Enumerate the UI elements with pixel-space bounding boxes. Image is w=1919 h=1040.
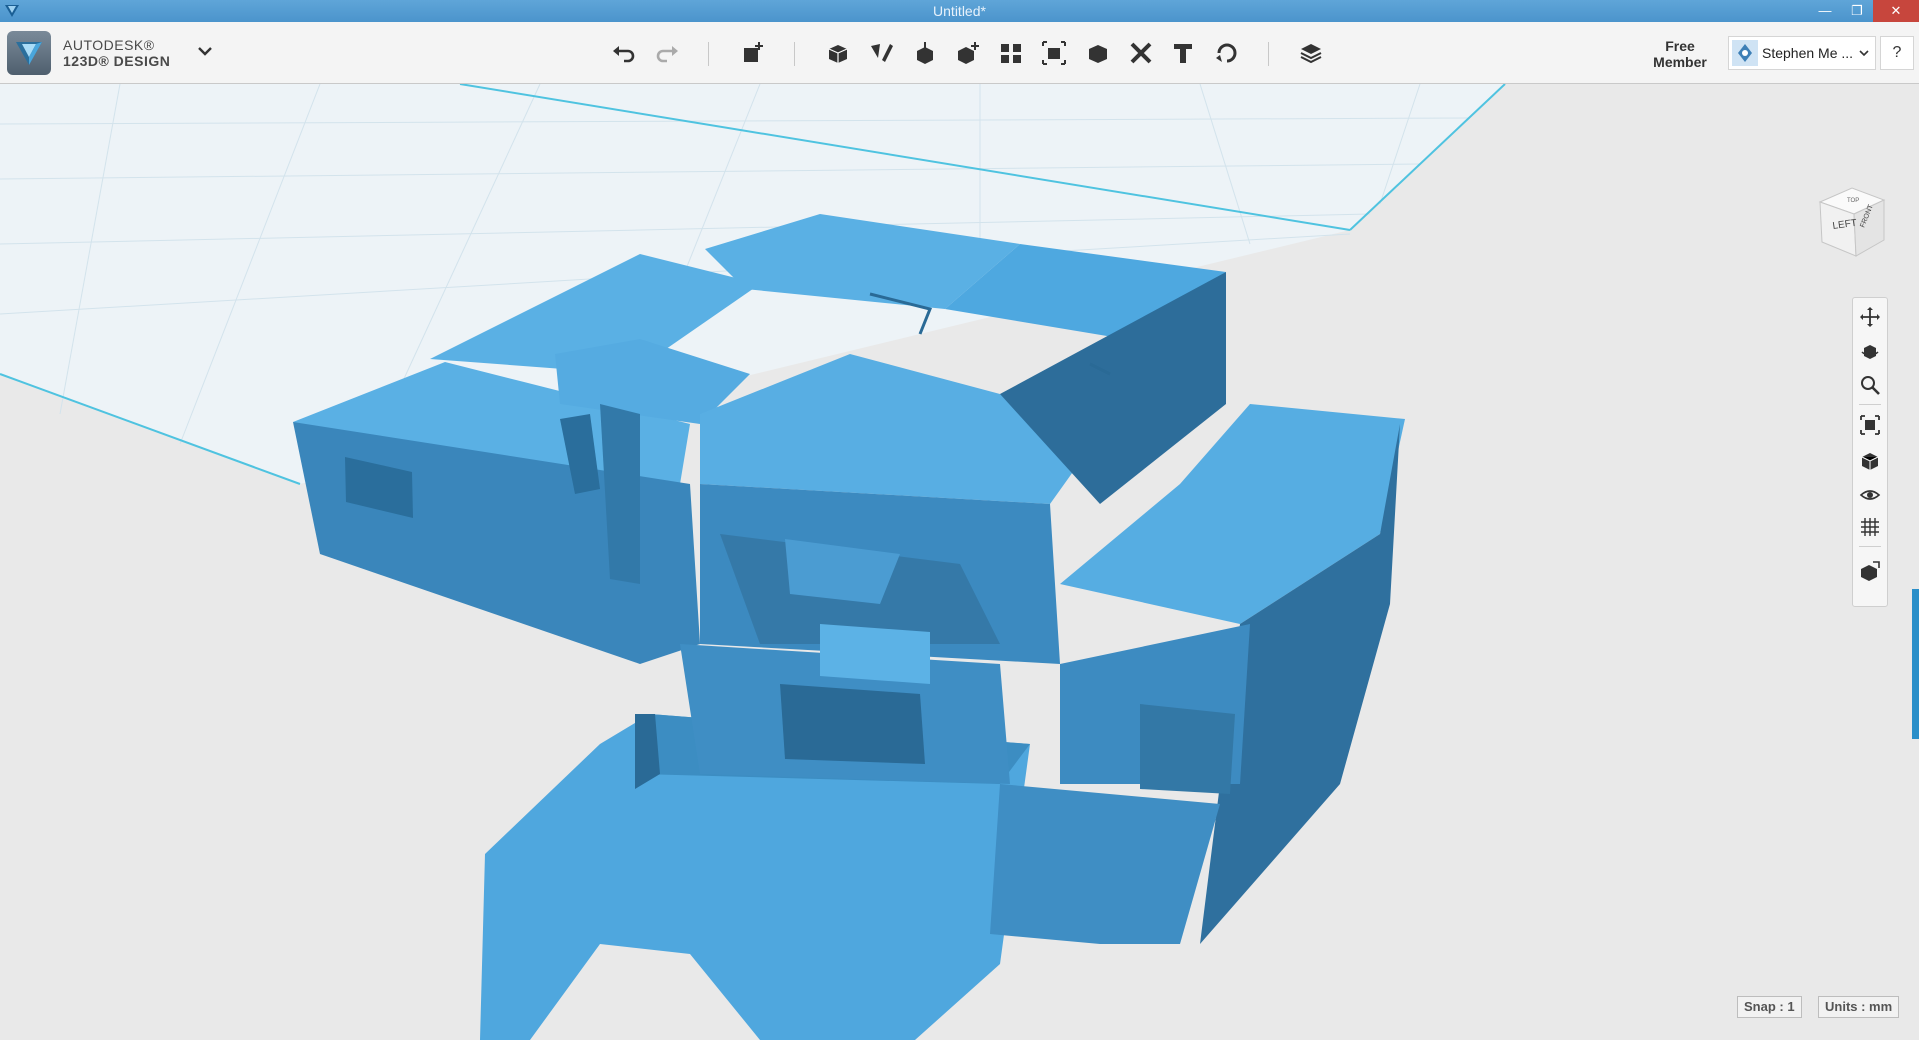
- app-logo-icon: [5, 5, 19, 17]
- pattern-button[interactable]: [994, 36, 1028, 70]
- view-cube-top-label: TOP: [1847, 198, 1859, 204]
- redo-icon: [656, 46, 678, 63]
- chevron-down-icon: [1859, 50, 1869, 57]
- avatar: [1732, 40, 1758, 66]
- material-view-icon: [1861, 561, 1880, 581]
- material-view-button[interactable]: [1857, 558, 1883, 584]
- close-icon: ✕: [1890, 3, 1902, 18]
- undo-button[interactable]: [607, 36, 641, 70]
- side-panel-tab[interactable]: [1912, 589, 1919, 739]
- app-menu-button[interactable]: AUTODESK® 123D® DESIGN: [7, 31, 170, 75]
- help-button[interactable]: ?: [1880, 36, 1914, 70]
- primitives-button[interactable]: [821, 36, 855, 70]
- zoom-icon: [1861, 376, 1880, 395]
- brand-logo-icon: [7, 31, 51, 75]
- fit-icon: [1860, 415, 1880, 435]
- pan-icon: [1860, 307, 1880, 327]
- view-cube[interactable]: LEFT FRONT TOP: [1812, 182, 1890, 264]
- transform-icon: [744, 42, 763, 62]
- chevron-down-icon[interactable]: [196, 42, 214, 60]
- brand-line-2: 123D® DESIGN: [63, 53, 171, 69]
- membership-line-2: Member: [1653, 54, 1707, 70]
- view-cube-button[interactable]: [1857, 448, 1883, 474]
- visibility-icon: [1859, 490, 1881, 500]
- snap-icon: [1216, 43, 1237, 63]
- group-button[interactable]: [1037, 36, 1071, 70]
- units-indicator[interactable]: Units : mm: [1818, 996, 1900, 1018]
- minimize-button[interactable]: —: [1809, 0, 1841, 22]
- measure-icon: [1130, 42, 1152, 64]
- restore-button[interactable]: ❐: [1841, 0, 1873, 22]
- window-title: Untitled*: [933, 3, 986, 19]
- snap-button[interactable]: [1209, 36, 1243, 70]
- main-toolbar: AUTODESK® 123D® DESIGN Free Member Steph…: [0, 22, 1919, 84]
- fit-button[interactable]: [1857, 412, 1883, 438]
- membership-line-1: Free: [1665, 38, 1695, 54]
- material-icon: [1300, 44, 1322, 64]
- snap-indicator[interactable]: Snap : 1: [1737, 996, 1802, 1018]
- membership-label[interactable]: Free Member: [1640, 38, 1720, 70]
- view-cube-icon: [1861, 453, 1879, 470]
- measure-button[interactable]: [1124, 36, 1158, 70]
- group-icon: [1042, 41, 1066, 65]
- scene-canvas[interactable]: [0, 84, 1919, 1040]
- combine-button[interactable]: [1081, 36, 1115, 70]
- transform-button[interactable]: [736, 36, 770, 70]
- sketch-button[interactable]: [864, 36, 898, 70]
- grid-button[interactable]: [1857, 514, 1883, 540]
- modify-icon: [958, 42, 979, 64]
- orbit-icon: [1861, 345, 1879, 359]
- text-button[interactable]: [1166, 36, 1200, 70]
- pan-button[interactable]: [1857, 304, 1883, 330]
- construct-icon: [917, 42, 933, 64]
- restore-icon: ❐: [1851, 3, 1863, 18]
- title-bar: Untitled* — ❐ ✕: [0, 0, 1919, 22]
- orbit-button[interactable]: [1857, 338, 1883, 364]
- combine-icon: [1089, 45, 1107, 63]
- close-button[interactable]: ✕: [1873, 0, 1919, 22]
- visibility-button[interactable]: [1857, 482, 1883, 508]
- user-name: Stephen Me ...: [1762, 45, 1854, 61]
- undo-icon: [613, 46, 635, 63]
- pattern-icon: [1001, 44, 1021, 63]
- text-icon: [1174, 44, 1192, 63]
- zoom-button[interactable]: [1857, 372, 1883, 398]
- sketch-icon: [871, 44, 893, 62]
- 3d-viewport[interactable]: LEFT FRONT TOP: [0, 84, 1919, 1040]
- material-button[interactable]: [1294, 36, 1328, 70]
- construct-button[interactable]: [908, 36, 942, 70]
- navigation-bar: [1852, 297, 1888, 607]
- grid-icon: [1861, 518, 1879, 536]
- brand-line-1: AUTODESK®: [63, 37, 155, 53]
- redo-button[interactable]: [650, 36, 684, 70]
- user-menu-button[interactable]: Stephen Me ...: [1728, 36, 1876, 70]
- primitives-icon: [828, 45, 848, 63]
- modify-button[interactable]: [951, 36, 985, 70]
- minimize-icon: —: [1818, 3, 1832, 18]
